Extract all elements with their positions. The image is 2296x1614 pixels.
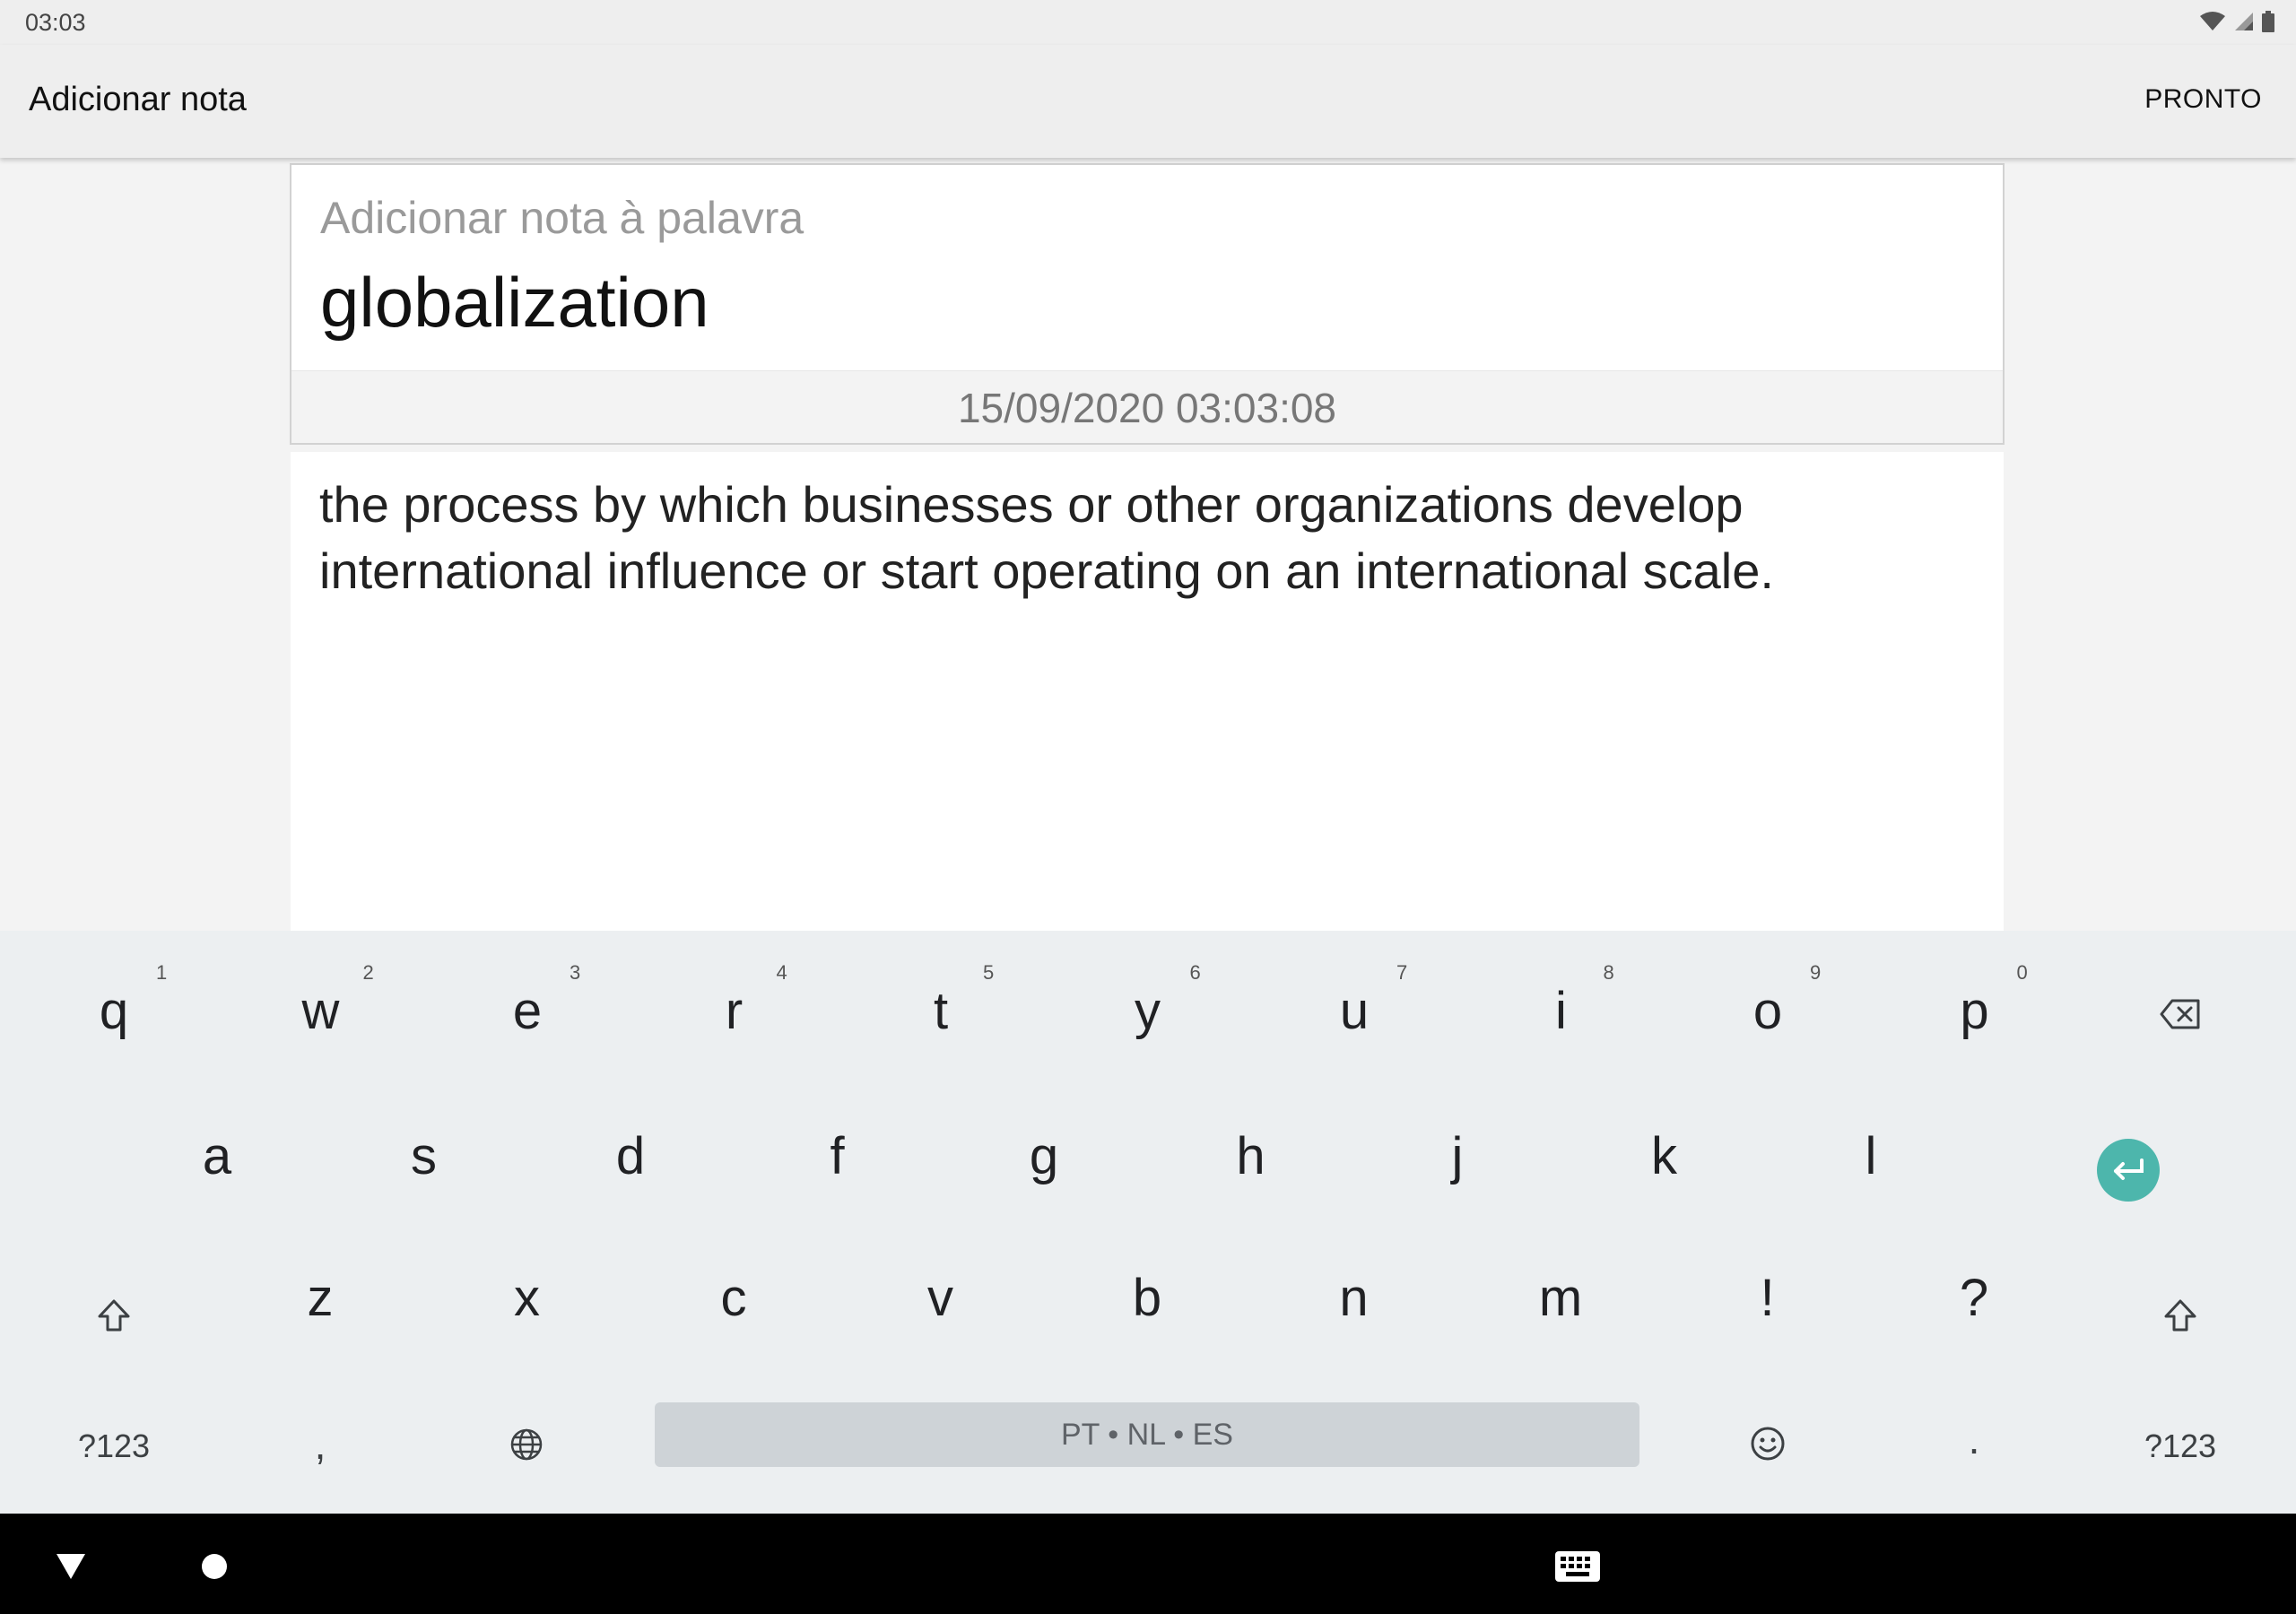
key-f[interactable]: f bbox=[735, 1074, 941, 1209]
key-label: j bbox=[1451, 1127, 1464, 1185]
language-key[interactable] bbox=[423, 1368, 630, 1503]
word-title: globalization bbox=[320, 263, 709, 342]
done-button[interactable]: PRONTO bbox=[2144, 84, 2262, 115]
spacebar-label: PT • NL • ES bbox=[1061, 1418, 1233, 1452]
globe-icon bbox=[510, 1428, 543, 1461]
note-input[interactable]: the process by which businesses or other… bbox=[291, 452, 2004, 931]
key-label: i bbox=[1555, 982, 1567, 1040]
key-s[interactable]: s bbox=[321, 1074, 527, 1209]
key-label: e bbox=[512, 982, 543, 1040]
key-l[interactable]: l bbox=[1768, 1074, 1974, 1209]
key-label: m bbox=[1538, 1269, 1583, 1327]
key-label: b bbox=[1132, 1269, 1162, 1327]
key-label: y bbox=[1135, 982, 1161, 1040]
symbols-key-right[interactable]: ?123 bbox=[2077, 1368, 2283, 1503]
enter-key[interactable] bbox=[2097, 1139, 2160, 1202]
key-label: c bbox=[720, 1269, 747, 1327]
comma-key[interactable]: , bbox=[217, 1368, 423, 1503]
symbols-key-left[interactable]: ?123 bbox=[11, 1368, 217, 1503]
key-t[interactable]: 5t bbox=[838, 931, 1044, 1065]
key-label: p bbox=[1960, 982, 1989, 1040]
key-label: z bbox=[307, 1269, 334, 1327]
key-label: l bbox=[1865, 1127, 1877, 1185]
signal-icon bbox=[2235, 13, 2253, 30]
key-h[interactable]: h bbox=[1148, 1074, 1354, 1209]
note-date: 15/09/2020 03:03:08 bbox=[957, 385, 1337, 431]
key-n[interactable]: n bbox=[1251, 1216, 1457, 1350]
word-card-label: Adicionar nota à palavra bbox=[320, 193, 804, 243]
status-time: 03:03 bbox=[25, 9, 86, 36]
period-key[interactable]: . bbox=[1871, 1368, 2077, 1503]
key-label: h bbox=[1236, 1127, 1265, 1185]
emoji-icon bbox=[1751, 1427, 1785, 1461]
key-x[interactable]: x bbox=[424, 1216, 631, 1350]
enter-icon bbox=[2114, 1158, 2144, 1180]
key-b[interactable]: b bbox=[1044, 1216, 1250, 1350]
key-d[interactable]: d bbox=[527, 1074, 734, 1209]
key-o[interactable]: 9o bbox=[1665, 931, 1871, 1065]
symbols-key-label: ?123 bbox=[77, 1427, 151, 1464]
key-v[interactable]: v bbox=[838, 1216, 1044, 1350]
key-label: x bbox=[514, 1269, 540, 1327]
key-c[interactable]: c bbox=[631, 1216, 837, 1350]
key-u[interactable]: 7u bbox=[1251, 931, 1457, 1065]
status-bar: 03:03 bbox=[0, 0, 2296, 45]
back-icon[interactable] bbox=[56, 1553, 86, 1580]
key-label: o bbox=[1752, 982, 1783, 1040]
shift-left-key[interactable] bbox=[11, 1227, 217, 1361]
key-k[interactable]: k bbox=[1561, 1074, 1768, 1209]
key-g[interactable]: g bbox=[941, 1074, 1147, 1209]
key-?[interactable]: ? bbox=[1871, 1216, 2077, 1350]
key-label: ! bbox=[1760, 1269, 1775, 1327]
key-label: n bbox=[1339, 1269, 1369, 1327]
key-label: w bbox=[301, 982, 340, 1040]
key-i[interactable]: 8i bbox=[1458, 931, 1665, 1065]
shift-icon bbox=[98, 1299, 130, 1332]
key-label: ? bbox=[1959, 1269, 1989, 1327]
key-label: f bbox=[830, 1127, 845, 1185]
symbols-key-label: ?123 bbox=[2144, 1427, 2217, 1464]
key-label: k bbox=[1651, 1127, 1677, 1185]
key-label: v bbox=[927, 1269, 953, 1327]
backspace-key[interactable] bbox=[2077, 931, 2283, 1065]
key-label: s bbox=[411, 1127, 437, 1185]
period-key-label: . bbox=[1968, 1416, 1980, 1462]
key-r[interactable]: 4r bbox=[631, 931, 838, 1065]
key-a[interactable]: a bbox=[114, 1074, 320, 1209]
backspace-icon bbox=[2160, 999, 2200, 1029]
note-text: the process by which businesses or other… bbox=[319, 476, 1774, 599]
key-label: d bbox=[615, 1127, 646, 1185]
key-z[interactable]: z bbox=[217, 1216, 423, 1350]
key-label: q bbox=[99, 982, 129, 1040]
key-label: a bbox=[202, 1127, 232, 1185]
key-![interactable]: ! bbox=[1665, 1216, 1871, 1350]
emoji-key[interactable] bbox=[1665, 1368, 1871, 1503]
shift-right-key[interactable] bbox=[2077, 1227, 2283, 1361]
key-label: t bbox=[933, 982, 949, 1040]
word-card: Adicionar nota à palavra globalization 1… bbox=[290, 163, 2005, 445]
date-strip: 15/09/2020 03:03:08 bbox=[291, 370, 2003, 443]
key-p[interactable]: 0p bbox=[1872, 931, 2078, 1065]
key-y[interactable]: 6y bbox=[1045, 931, 1251, 1065]
key-label: u bbox=[1339, 982, 1370, 1040]
home-icon[interactable] bbox=[201, 1553, 228, 1580]
key-m[interactable]: m bbox=[1457, 1216, 1664, 1350]
key-e[interactable]: 3e bbox=[424, 931, 631, 1065]
navigation-bar bbox=[0, 1514, 2296, 1614]
battery-icon bbox=[2262, 11, 2274, 32]
keyboard-switch-icon[interactable] bbox=[1555, 1551, 1600, 1582]
on-screen-keyboard: 1q2w3e4r5t6y7u8i9o0p a s d f g h j k l z x c v b n m!?… bbox=[0, 931, 2296, 1514]
key-label: r bbox=[725, 982, 744, 1040]
shift-icon bbox=[2164, 1299, 2196, 1332]
key-label: g bbox=[1029, 1127, 1059, 1185]
key-w[interactable]: 2w bbox=[218, 931, 424, 1065]
page-title: Adicionar nota bbox=[29, 81, 247, 118]
wifi-icon bbox=[2200, 12, 2225, 30]
app-bar: Adicionar nota PRONTO bbox=[0, 45, 2296, 158]
spacebar[interactable]: PT • NL • ES bbox=[655, 1402, 1639, 1467]
key-j[interactable]: j bbox=[1354, 1074, 1561, 1209]
comma-key-label: , bbox=[314, 1421, 326, 1468]
key-q[interactable]: 1q bbox=[11, 931, 217, 1065]
status-icons bbox=[2199, 11, 2274, 32]
